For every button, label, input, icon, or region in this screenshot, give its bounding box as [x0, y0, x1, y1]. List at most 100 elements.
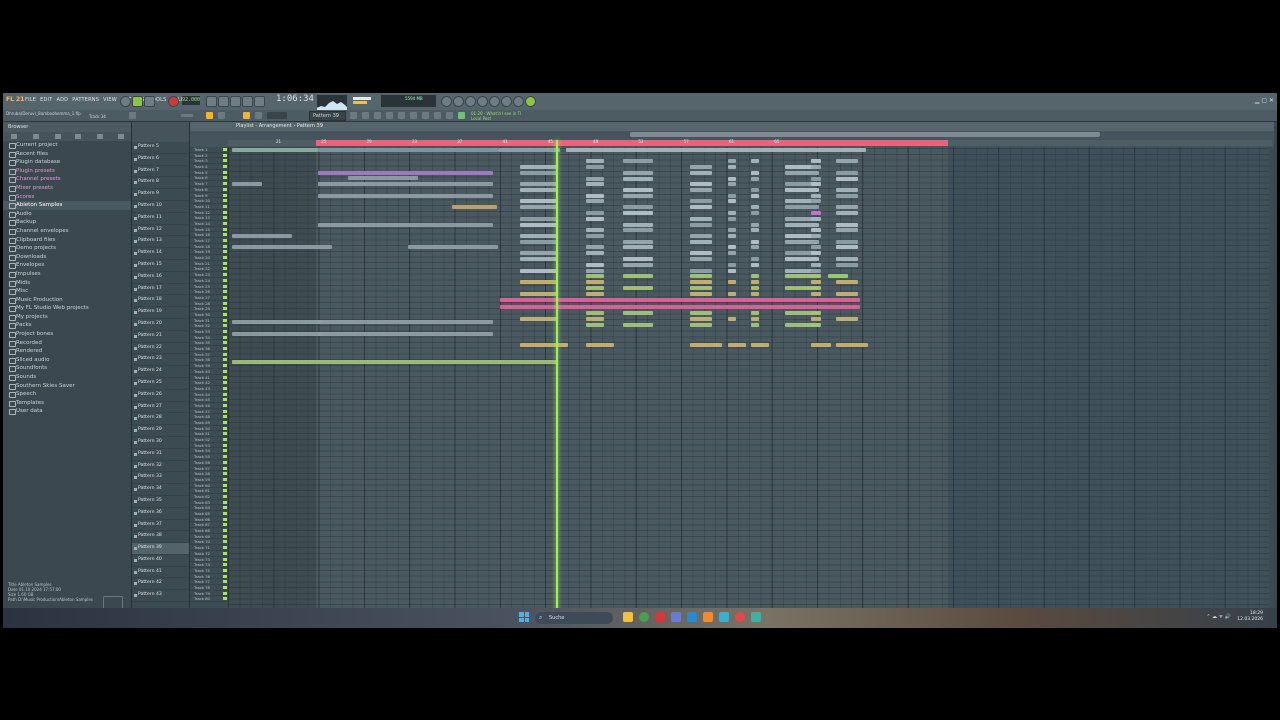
pattern-clip[interactable] [520, 234, 558, 238]
news-ticker[interactable]: 01:20 - What'd I see in Tl Local Post [471, 111, 521, 121]
tool-icon-3[interactable] [374, 112, 381, 119]
browser-item[interactable]: User data [3, 407, 131, 416]
pattern-clip[interactable] [318, 194, 493, 198]
pattern-clip[interactable] [623, 188, 653, 192]
browser-tab-icon[interactable] [97, 134, 103, 139]
browser-item[interactable]: Envelopes [3, 261, 131, 270]
pattern-clip[interactable] [811, 234, 821, 238]
pattern-clip[interactable] [586, 263, 604, 267]
browser-item[interactable]: Recorded [3, 339, 131, 348]
pattern-item[interactable]: Pattern 39 [132, 543, 189, 555]
pattern-clip[interactable] [623, 240, 653, 244]
plugin-picker-icon[interactable] [501, 96, 512, 107]
playlist-vertical-scrollbar[interactable] [1269, 147, 1274, 628]
pattern-clip[interactable] [623, 211, 653, 215]
tool-icon-1[interactable] [350, 112, 357, 119]
pattern-clip[interactable] [728, 234, 736, 238]
play-button[interactable] [132, 96, 143, 107]
pattern-clip[interactable] [520, 171, 558, 175]
countdown-icon[interactable] [230, 96, 241, 107]
stop-button[interactable] [144, 96, 155, 107]
arrangement-grid[interactable] [228, 140, 1272, 628]
pattern-clip[interactable] [751, 286, 759, 290]
pattern-clip[interactable] [785, 171, 819, 175]
pattern-item[interactable]: Pattern 30 [132, 437, 189, 449]
pattern-clip[interactable] [520, 188, 558, 192]
channel-rack-icon[interactable] [453, 96, 464, 107]
pattern-clip[interactable] [586, 280, 604, 284]
pattern-clip[interactable] [520, 205, 558, 209]
app-icon-store[interactable] [687, 612, 697, 622]
pattern-clip[interactable] [318, 320, 493, 324]
pattern-clip[interactable] [348, 176, 418, 180]
pattern-clip[interactable] [836, 292, 858, 296]
pattern-clip[interactable] [728, 177, 736, 181]
tool-icon-4[interactable] [386, 112, 393, 119]
pattern-clip[interactable] [690, 280, 712, 284]
pattern-clip[interactable] [751, 292, 759, 296]
pattern-clip[interactable] [232, 182, 262, 186]
pattern-clip[interactable] [232, 320, 322, 324]
browser-item[interactable]: Channel envelopes [3, 227, 131, 236]
pattern-clip[interactable] [751, 171, 759, 175]
pattern-item[interactable]: Pattern 26 [132, 390, 189, 402]
pattern-clip[interactable] [520, 280, 558, 284]
browser-item[interactable]: Demo projects [3, 244, 131, 253]
pattern-clip[interactable] [811, 311, 821, 315]
pattern-clip[interactable] [811, 211, 821, 215]
browser-item[interactable]: Backup [3, 218, 131, 227]
pattern-clip[interactable] [690, 323, 712, 327]
pattern-item[interactable]: Pattern 19 [132, 307, 189, 319]
pattern-clip[interactable] [318, 182, 493, 186]
pattern-clip[interactable] [811, 217, 821, 221]
pattern-clip[interactable] [836, 245, 858, 249]
pattern-clip[interactable] [520, 199, 558, 203]
tool-icon-10[interactable] [458, 112, 465, 119]
pattern-clip[interactable] [408, 245, 498, 249]
pattern-clip[interactable] [836, 188, 858, 192]
pattern-clip[interactable] [751, 257, 759, 261]
snap-icon[interactable] [129, 112, 136, 119]
pattern-clip[interactable] [836, 240, 858, 244]
playhead[interactable] [556, 140, 558, 628]
browser-item[interactable]: Clipboard files [3, 236, 131, 245]
pattern-clip[interactable] [836, 263, 858, 267]
pattern-item[interactable]: Pattern 43 [132, 590, 189, 603]
pattern-clip[interactable] [318, 223, 493, 227]
pattern-item[interactable]: Pattern 24 [132, 366, 189, 378]
pattern-clip[interactable] [690, 217, 712, 221]
pattern-clip[interactable] [232, 234, 292, 238]
pattern-clip[interactable] [690, 274, 712, 278]
pattern-item[interactable]: Pattern 34 [132, 484, 189, 496]
browser-item[interactable]: Current project [3, 141, 131, 150]
pattern-clip[interactable] [520, 257, 558, 261]
pattern-item[interactable]: Pattern 36 [132, 508, 189, 520]
app-icon-teal[interactable] [751, 612, 761, 622]
pattern-item[interactable]: Pattern 38 [132, 531, 189, 544]
tempo-display[interactable]: 92.000 [182, 96, 200, 105]
tool-icon-6[interactable] [410, 112, 417, 119]
pattern-clip[interactable] [785, 223, 819, 227]
playlist-horizontal-scrollbar[interactable] [630, 132, 1100, 137]
browser-item[interactable]: Misc [3, 287, 131, 296]
pattern-clip[interactable] [452, 205, 497, 209]
pattern-clip[interactable] [811, 269, 821, 273]
pattern-clip[interactable] [811, 177, 821, 181]
pattern-clip[interactable] [728, 199, 736, 203]
piano-roll-icon[interactable] [465, 96, 476, 107]
pattern-clip[interactable] [586, 245, 604, 249]
pattern-clip[interactable] [728, 159, 736, 163]
pattern-clip[interactable] [232, 332, 322, 336]
browser-item[interactable]: Downloads [3, 253, 131, 262]
pattern-clip[interactable] [520, 240, 558, 244]
taskbar-search[interactable]: ⌕ Suche [535, 612, 613, 624]
pattern-clip[interactable] [751, 245, 759, 249]
pattern-clip[interactable] [586, 182, 604, 186]
pattern-clip[interactable] [728, 217, 736, 221]
pattern-clip[interactable] [751, 317, 759, 321]
pattern-clip[interactable] [751, 280, 759, 284]
pattern-clip[interactable] [690, 251, 712, 255]
step-edit-icon[interactable] [254, 96, 265, 107]
pattern-item[interactable]: Pattern 15 [132, 260, 189, 272]
pattern-clip[interactable] [586, 323, 604, 327]
